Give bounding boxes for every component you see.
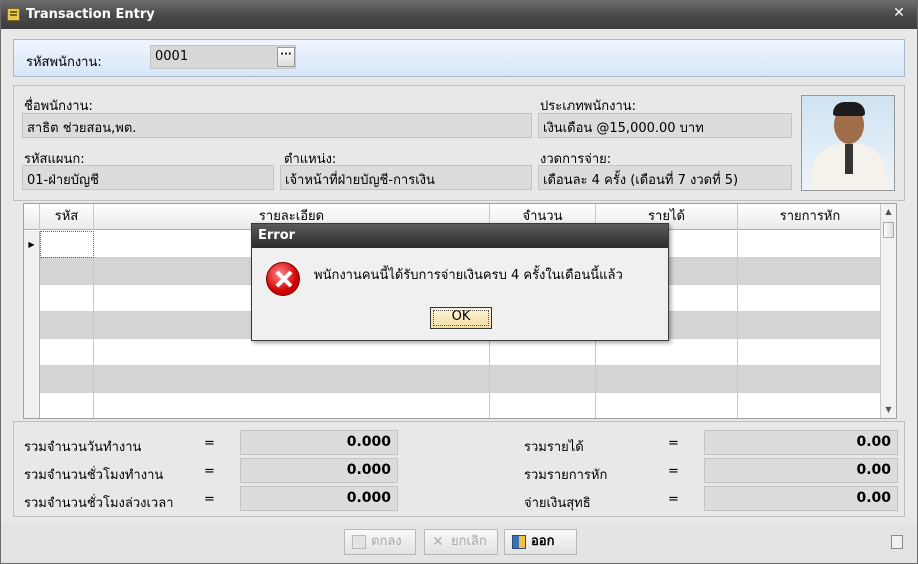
- equals-sign: =: [204, 492, 215, 507]
- total-income-label: รวมรายได้: [524, 440, 584, 455]
- grid-cell-code-active[interactable]: [40, 231, 94, 258]
- equals-sign: =: [204, 436, 215, 451]
- employee-name-field: สาธิต ช่วยสอน,พต.: [22, 113, 532, 138]
- grid-header-indicator: [24, 204, 40, 230]
- row-indicator: [24, 258, 40, 285]
- total-work-days-value: 0.000: [240, 430, 398, 455]
- col-header-deduction[interactable]: รายการหัก: [738, 204, 882, 230]
- equals-sign: =: [204, 464, 215, 479]
- window-title: Transaction Entry: [26, 7, 155, 22]
- save-icon: [352, 535, 366, 549]
- transaction-entry-window: Transaction Entry ✕ รหัสพนักงาน: 0001 ··…: [0, 0, 918, 564]
- equals-sign: =: [668, 436, 679, 451]
- cancel-button[interactable]: ✕ ยกเลิก: [424, 529, 498, 555]
- equals-sign: =: [668, 464, 679, 479]
- dialog-ok-button[interactable]: OK: [430, 307, 492, 329]
- ok-button[interactable]: ตกลง: [344, 529, 416, 555]
- close-icon[interactable]: ✕: [891, 5, 907, 23]
- error-dialog: Error พนักงานคนนี้ได้รับการจ่ายเงินครบ 4…: [251, 223, 669, 341]
- cancel-button-label: ยกเลิก: [451, 534, 487, 549]
- totals-panel: รวมจำนวนวันทำงาน = 0.000 รวมจำนวนชั่วโมง…: [13, 421, 905, 517]
- equals-sign: =: [668, 492, 679, 507]
- total-work-hours-value: 0.000: [240, 458, 398, 483]
- exit-button-label: ออก: [531, 534, 555, 549]
- row-indicator: [24, 339, 40, 366]
- resize-grip-icon[interactable]: [891, 535, 903, 549]
- total-deduction-value: 0.00: [704, 458, 898, 483]
- error-dialog-title: Error: [252, 224, 668, 248]
- scroll-up-icon[interactable]: ▲: [881, 204, 896, 220]
- table-row[interactable]: [24, 393, 882, 418]
- scroll-thumb[interactable]: [883, 222, 894, 238]
- employee-code-label: รหัสพนักงาน:: [26, 55, 102, 70]
- table-row[interactable]: [24, 339, 882, 366]
- pay-period-field: เดือนละ 4 ครั้ง (เดือนที่ 7 งวดที่ 5): [538, 165, 792, 190]
- col-header-code[interactable]: รหัส: [40, 204, 94, 230]
- employee-photo: [801, 95, 895, 191]
- error-message: พนักงานคนนี้ได้รับการจ่ายเงินครบ 4 ครั้ง…: [314, 268, 623, 283]
- title-bar[interactable]: Transaction Entry ✕: [1, 1, 917, 29]
- total-ot-hours-label: รวมจำนวนชั่วโมงล่วงเวลา: [24, 496, 174, 511]
- app-icon: [7, 8, 20, 21]
- net-pay-label: จ่ายเงินสุทธิ: [524, 496, 591, 511]
- grid-scrollbar[interactable]: ▲ ▼: [880, 204, 896, 418]
- total-ot-hours-value: 0.000: [240, 486, 398, 511]
- row-indicator: ▶: [24, 231, 40, 258]
- cancel-x-icon: ✕: [432, 534, 444, 550]
- employee-type-field: เงินเดือน @15,000.00 บาท: [538, 113, 792, 138]
- row-indicator: [24, 312, 40, 339]
- total-deduction-label: รวมรายการหัก: [524, 468, 608, 483]
- position-field: เจ้าหน้าที่ฝ่ายบัญชี-การเงิน: [280, 165, 532, 190]
- row-indicator: [24, 393, 40, 418]
- error-icon: [266, 262, 300, 296]
- exit-door-icon: [512, 535, 526, 549]
- employee-code-panel: รหัสพนักงาน: 0001 ···: [13, 39, 905, 77]
- employee-info-panel: ชื่อพนักงาน: สาธิต ช่วยสอน,พต. ประเภทพนั…: [13, 85, 905, 201]
- total-income-value: 0.00: [704, 430, 898, 455]
- scroll-down-icon[interactable]: ▼: [881, 402, 896, 418]
- total-work-hours-label: รวมจำนวนชั่วโมงทำงาน: [24, 468, 164, 483]
- total-work-days-label: รวมจำนวนวันทำงาน: [24, 440, 142, 455]
- employee-lookup-button[interactable]: ···: [277, 47, 295, 67]
- row-indicator: [24, 285, 40, 312]
- employee-code-value: 0001: [155, 49, 189, 64]
- net-pay-value: 0.00: [704, 486, 898, 511]
- employee-code-input[interactable]: 0001 ···: [150, 45, 296, 69]
- exit-button[interactable]: ออก: [504, 529, 577, 555]
- ok-button-label: ตกลง: [371, 534, 402, 549]
- row-indicator: [24, 366, 40, 393]
- department-field: 01-ฝ่ายบัญชี: [22, 165, 274, 190]
- button-bar: ตกลง ✕ ยกเลิก ออก: [1, 523, 917, 563]
- table-row[interactable]: [24, 366, 882, 393]
